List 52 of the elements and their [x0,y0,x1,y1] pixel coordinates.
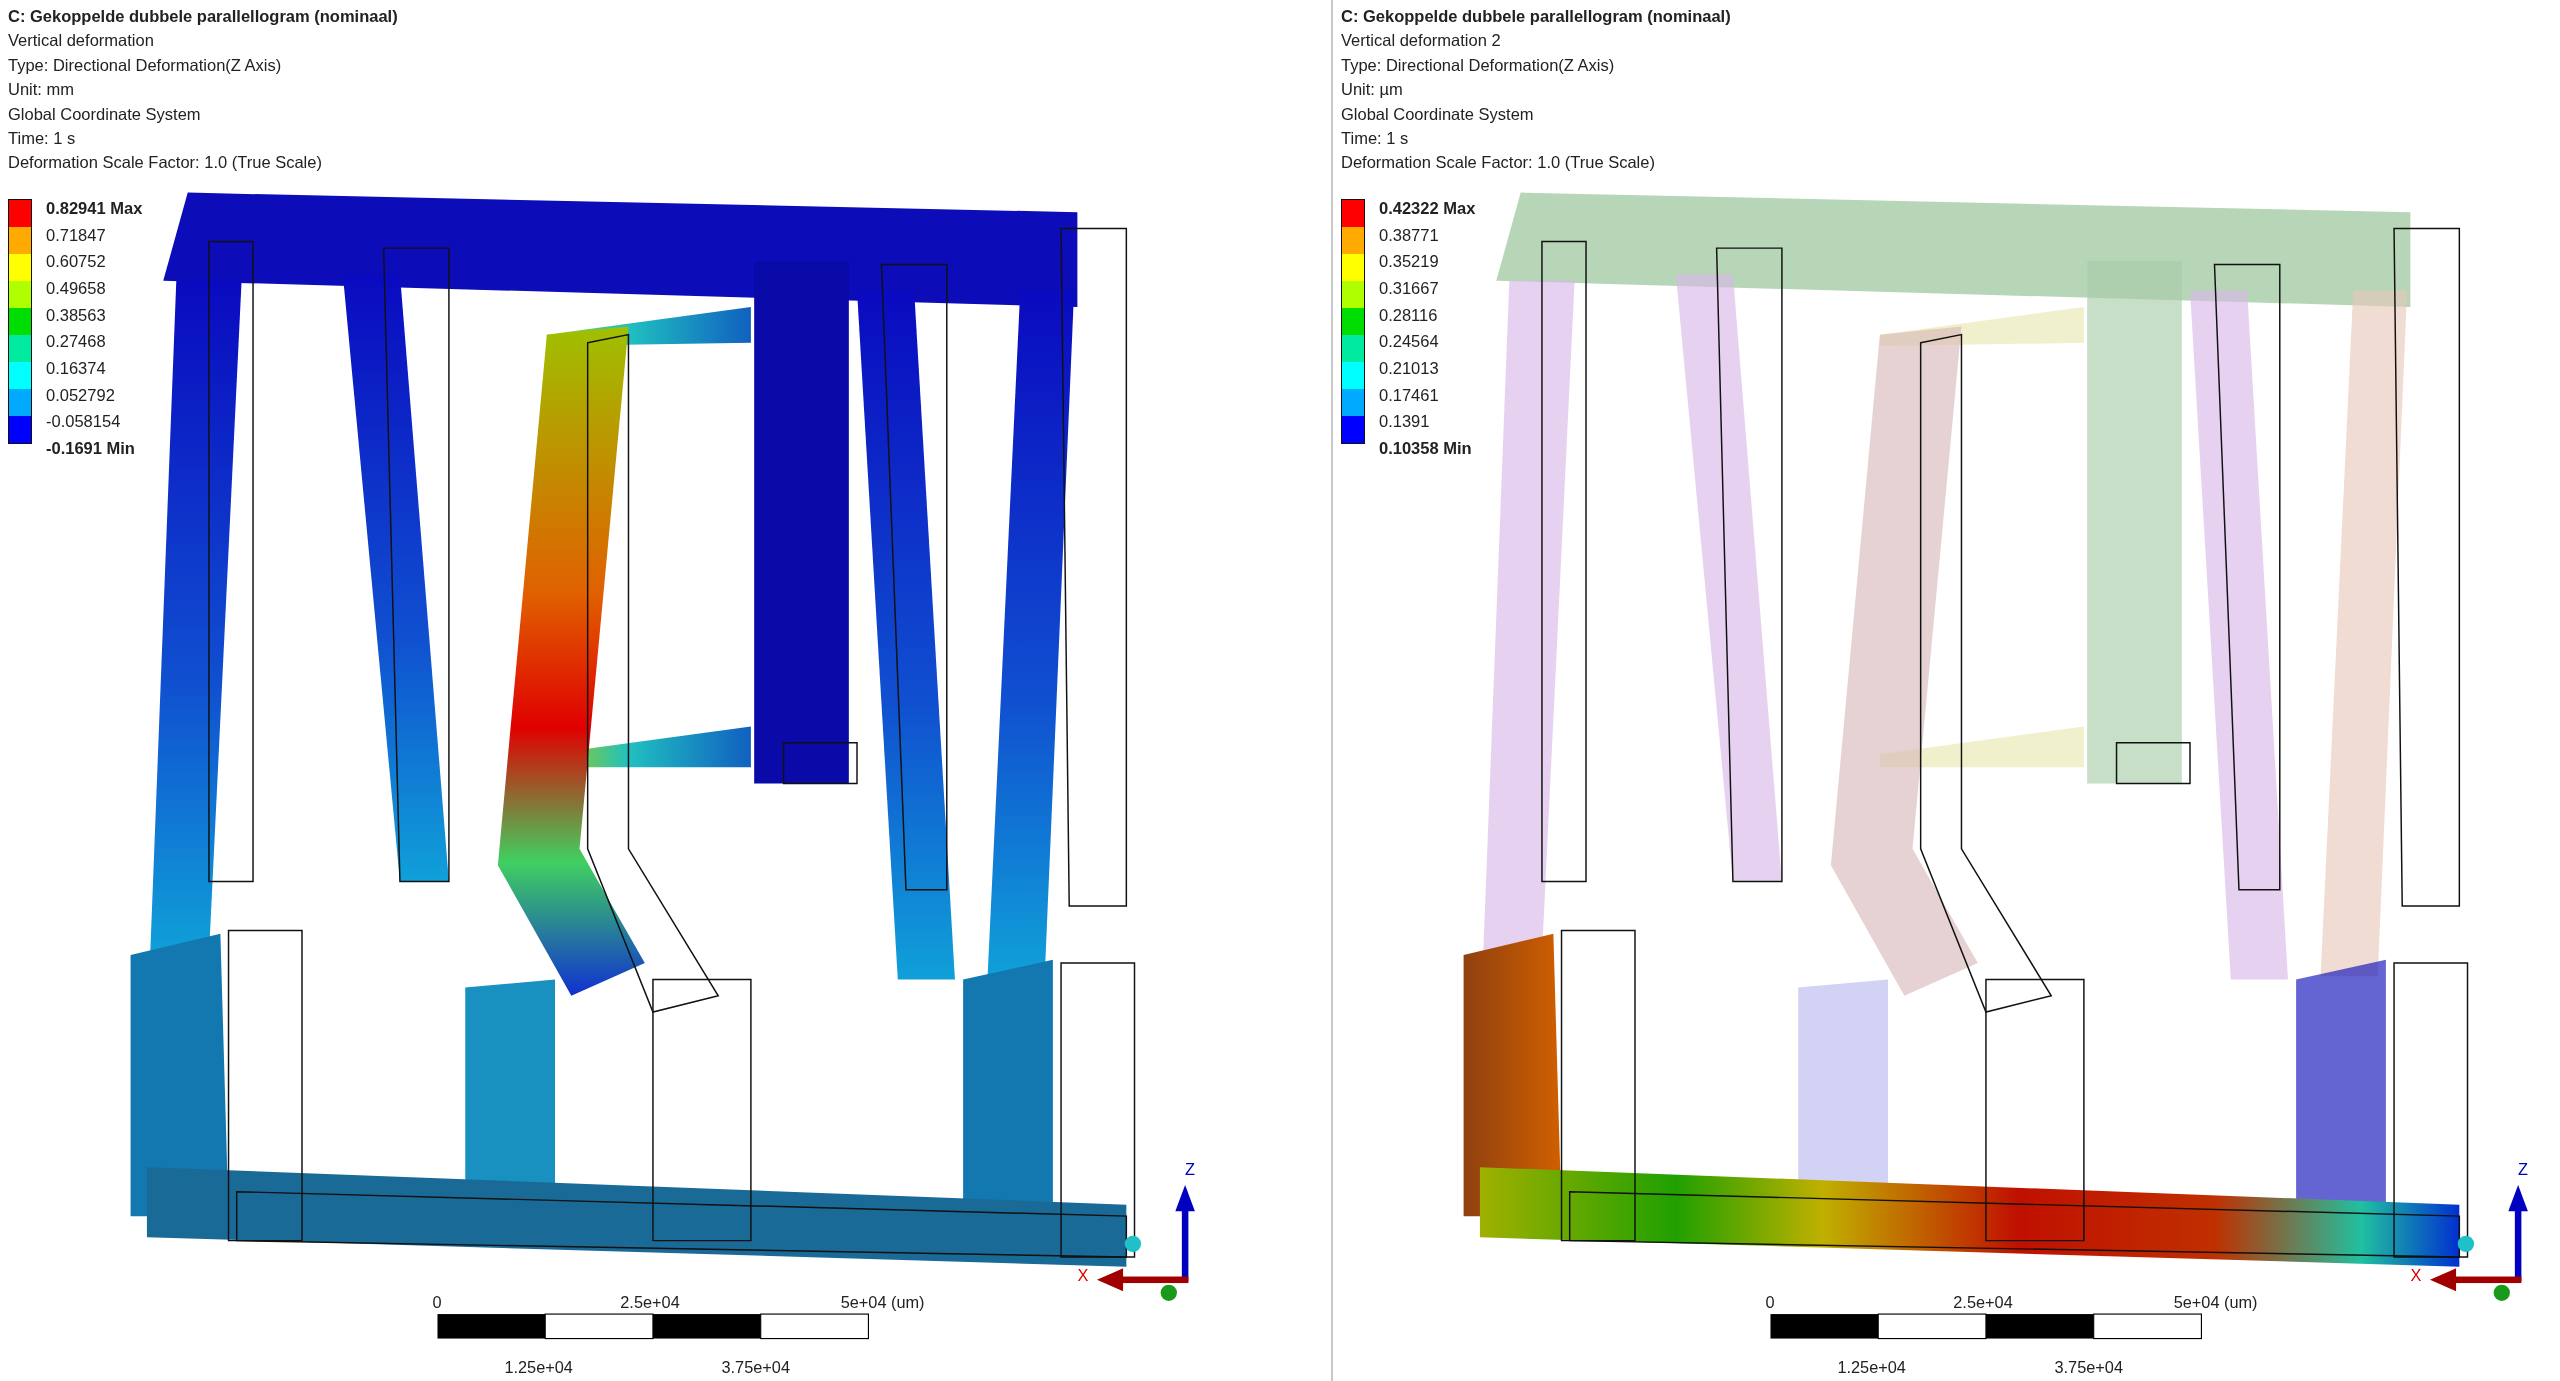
result-detail: Global Coordinate System [8,103,202,125]
scale-label: 0 [432,1292,442,1311]
legend-value: 0.38771 [1379,224,1440,246]
legend-value: 0.17461 [1379,384,1440,406]
origin-sphere-icon [1124,1235,1142,1253]
scale-label: 1.25e+04 [1837,1357,1906,1376]
legend-value: 0.35219 [1379,251,1440,273]
legend-value: 0.49658 [46,277,107,299]
scale-label: 5e+04 (um) [2173,1292,2258,1311]
legend-value: 0.10358 Min [1379,438,1473,460]
x-axis-label: X [1077,1266,1089,1285]
y-axis-end-icon [1160,1284,1177,1301]
z-axis-label: Z [1185,1160,1196,1179]
legend-value: 0.60752 [46,251,107,273]
result-detail: Time: 1 s [1341,128,1410,150]
result-title: C: Gekoppelde dubbele parallellogram (nominaal) [1341,6,1732,27]
result-detail: Unit: mm [8,79,75,101]
z-axis-label: Z [2518,1160,2529,1179]
result-title: C: Gekoppelde dubbele parallellogram (nominaal) [8,6,399,27]
y-axis-end-icon [2493,1284,2510,1301]
legend-value: 0.38563 [46,304,107,326]
result-detail: Vertical deformation 2 [1341,30,1502,52]
result-detail: Deformation Scale Factor: 1.0 (True Scale) [1341,152,1656,174]
legend-value: 0.24564 [1379,331,1440,353]
result-detail: Deformation Scale Factor: 1.0 (True Scale) [8,152,323,174]
scale-label: 1.25e+04 [504,1357,573,1376]
scale-label: 3.75e+04 [2054,1357,2123,1376]
result-detail: Time: 1 s [8,128,77,150]
result-detail: Unit: µm [1341,79,1404,101]
x-axis-label: X [2410,1266,2422,1285]
scale-label: 2.5e+04 [620,1292,680,1311]
legend-value: 0.42322 Max [1379,197,1476,219]
legend-value: 0.16374 [46,357,107,379]
legend-value: 0.21013 [1379,357,1440,379]
scale-label: 5e+04 (um) [840,1292,925,1311]
legend-value: -0.1691 Min [46,438,136,460]
legend-value: 0.71847 [46,224,107,246]
legend-value: 0.27468 [46,331,107,353]
scale-label: 3.75e+04 [721,1357,790,1376]
legend-value: -0.058154 [46,411,122,433]
legend-value: 0.052792 [46,384,116,406]
origin-sphere-icon [2457,1235,2475,1253]
legend-value: 0.31667 [1379,277,1440,299]
legend-value: 0.1391 [1379,411,1431,433]
legend-value: 0.28116 [1379,304,1439,326]
result-detail: Type: Directional Deformation(Z Axis) [1341,54,1616,76]
legend-value: 0.82941 Max [46,197,143,219]
scale-label: 0 [1765,1292,1775,1311]
scale-label: 2.5e+04 [1953,1292,2013,1311]
result-detail: Vertical deformation [8,30,155,52]
result-detail: Type: Directional Deformation(Z Axis) [8,54,283,76]
result-detail: Global Coordinate System [1341,103,1535,125]
